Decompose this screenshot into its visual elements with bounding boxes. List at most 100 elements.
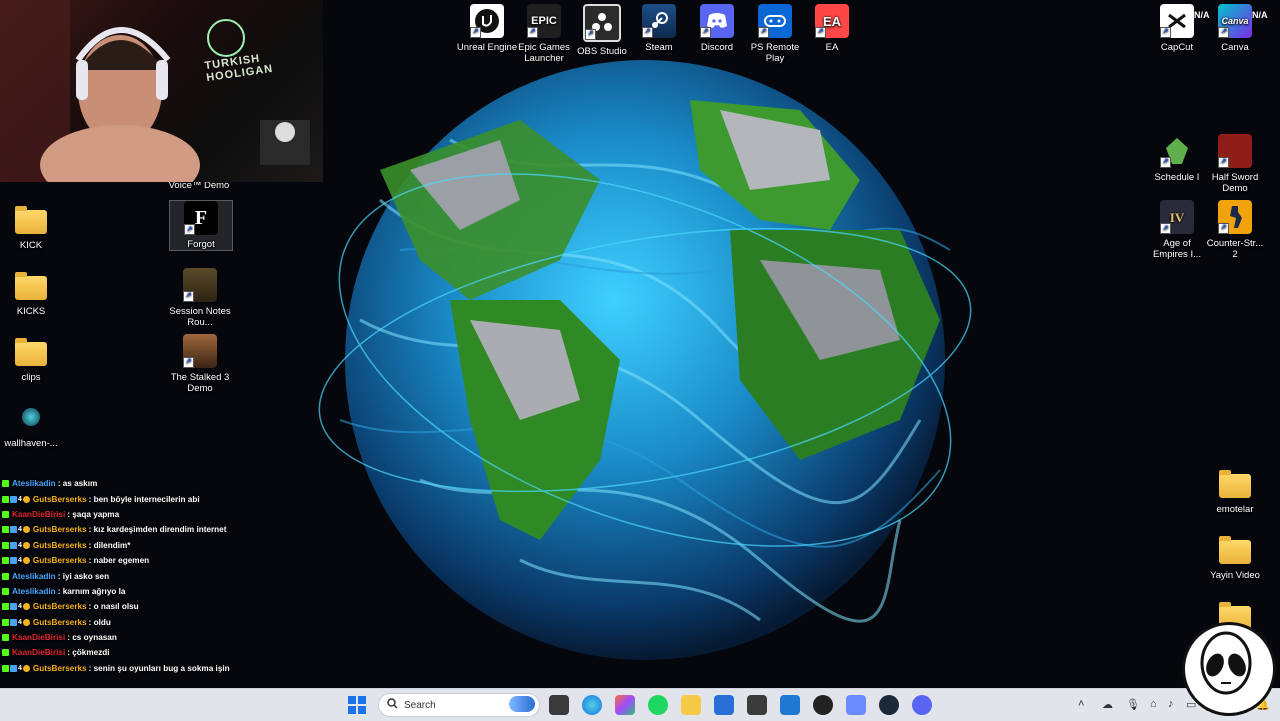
schedule-i-icon: ↗ xyxy=(1160,134,1194,168)
desktop-icon-the-stalked-3[interactable]: ↗ The Stalked 3 Demo xyxy=(169,334,231,394)
chat-username[interactable]: GutsBerserks xyxy=(33,618,87,627)
gift-badge-icon xyxy=(22,603,30,611)
desktop-icon-ps-remote-play[interactable]: ↗ PS Remote Play xyxy=(744,4,806,64)
desktop-icon-forgot[interactable]: F ↗ Forgot xyxy=(169,200,233,251)
desktop-icon-label: Yayin Video xyxy=(1210,570,1260,581)
desktop-icon-label: Canva xyxy=(1221,42,1249,53)
gift-badge-icon xyxy=(22,541,30,549)
desktop-icon-session-notes[interactable]: ↗ Session Notes Rou... xyxy=(169,268,231,328)
desktop-icon-label: PS Remote Play xyxy=(750,42,800,64)
chat-username[interactable]: KaanDieBirisi xyxy=(12,510,65,519)
chevron-up-icon[interactable]: ˄ xyxy=(1078,698,1084,710)
counter-strike-icon: ↗ xyxy=(1218,200,1252,234)
kick-badge-icon xyxy=(2,664,9,672)
desktop-icon-emotelar-folder[interactable]: emotelar xyxy=(1204,466,1266,515)
chat-message: Ateslikadin: as askım xyxy=(0,476,330,491)
chat-message-text: : ben böyle internecilerin abi xyxy=(88,494,200,504)
chat-username[interactable]: GutsBerserks xyxy=(33,541,87,550)
network-icon[interactable]: ⌂ xyxy=(1150,698,1157,710)
desktop-icon-label: emotelar xyxy=(1216,504,1254,515)
edge-browser-icon[interactable] xyxy=(582,695,602,715)
chat-badges xyxy=(2,510,9,518)
chat-username[interactable]: GutsBerserks xyxy=(33,525,87,534)
app-diamond-icon[interactable] xyxy=(846,695,866,715)
taskbar-search-box[interactable]: Search xyxy=(378,693,540,717)
desktop-icon-epic-games[interactable]: EPIC ↗ Epic Games Launcher xyxy=(513,4,575,64)
spotify-icon[interactable] xyxy=(648,695,668,715)
desktop-icon-kicks-folder[interactable]: KICKS xyxy=(0,268,62,317)
taskbar: Search ˄ ☁ 🎙 ⌂ ♪ ▭ PM 1/2026 🔔 xyxy=(0,688,1280,721)
desktop-icon-obs-studio[interactable]: ↗ OBS Studio xyxy=(571,4,633,57)
kick-badge-icon xyxy=(2,526,9,534)
desktop-icon-label: clips xyxy=(21,372,41,383)
chat-username[interactable]: Ateslikadin xyxy=(12,479,56,488)
windows-start-button[interactable] xyxy=(348,696,366,719)
steam-icon: ↗ xyxy=(642,4,676,38)
desktop-icon-label: KICK xyxy=(19,240,43,251)
task-view-icon[interactable] xyxy=(549,695,569,715)
ps-remote-play-icon: ↗ xyxy=(758,4,792,38)
desktop-icon-schedule-i[interactable]: ↗ Schedule I xyxy=(1146,134,1208,183)
kick-badge-icon xyxy=(2,634,9,642)
obs-taskbar-icon[interactable] xyxy=(813,695,833,715)
discord-taskbar-icon[interactable] xyxy=(912,695,932,715)
desktop-icon-clips-folder[interactable]: clips xyxy=(0,334,62,383)
chat-message-text: : iyi asko sen xyxy=(57,571,110,581)
app-cube-icon[interactable] xyxy=(747,695,767,715)
chat-badges xyxy=(2,587,9,595)
chat-username[interactable]: KaanDieBirisi xyxy=(12,633,65,642)
desktop-icon-label: Half Sword Demo xyxy=(1211,172,1259,194)
outlook-icon[interactable] xyxy=(780,695,800,715)
desktop-icon-label: Steam xyxy=(645,42,673,53)
folder-icon xyxy=(1218,532,1252,566)
subscriber-badge-icon xyxy=(10,664,17,672)
chat-username[interactable]: GutsBerserks xyxy=(33,495,87,504)
copilot-icon[interactable] xyxy=(615,695,635,715)
desktop-icon-unreal-engine[interactable]: ↗ Unreal Engine xyxy=(456,4,518,53)
badge-count: 4 xyxy=(18,618,22,626)
chat-message-text: : kız kardeşimden direndim internet xyxy=(88,525,227,535)
desktop-icon-age-of-empires[interactable]: IV ↗ Age of Empires I... xyxy=(1146,200,1208,260)
search-highlight-icon xyxy=(509,696,535,712)
obs-icon: ↗ xyxy=(583,4,621,42)
chat-badges: 4 xyxy=(2,664,30,672)
kick-badge-icon xyxy=(2,510,9,518)
desktop-icon-yayin-video-folder[interactable]: Yayin Video xyxy=(1204,532,1266,581)
microphone-icon[interactable]: 🎙 xyxy=(1126,698,1140,711)
gift-badge-icon xyxy=(22,557,30,565)
chat-username[interactable]: GutsBerserks xyxy=(33,602,87,611)
gift-badge-icon xyxy=(22,618,30,626)
chat-message: Ateslikadin: iyi asko sen xyxy=(0,568,330,583)
desktop-icon-counter-strike-2[interactable]: ↗ Counter-Str... 2 xyxy=(1204,200,1266,260)
chat-username[interactable]: GutsBerserks xyxy=(33,556,87,565)
chat-badges: 4 xyxy=(2,618,30,626)
kick-badge-icon xyxy=(2,587,9,595)
desktop-icon-half-sword[interactable]: ↗ Half Sword Demo xyxy=(1204,134,1266,194)
onedrive-icon[interactable]: ☁ xyxy=(1102,698,1113,711)
kick-badge-icon xyxy=(2,480,9,488)
volume-icon[interactable]: ♪ xyxy=(1168,698,1174,710)
chat-username[interactable]: GutsBerserks xyxy=(33,664,87,673)
microsoft-store-icon[interactable] xyxy=(714,695,734,715)
chat-message-text: : o nasıl olsu xyxy=(88,602,139,612)
chat-username[interactable]: Ateslikadin xyxy=(12,572,56,581)
chat-badges: 4 xyxy=(2,557,30,565)
desktop-icon-ea[interactable]: EA ↗ EA xyxy=(801,4,863,53)
desktop-icon-kick-folder[interactable]: KICK xyxy=(0,202,62,251)
desktop-icon-wallhaven[interactable]: wallhaven-... xyxy=(0,400,62,449)
gift-badge-icon xyxy=(22,664,30,672)
chat-username[interactable]: Ateslikadin xyxy=(12,587,56,596)
chat-message: 4 GutsBerserks: dilendim* xyxy=(0,538,330,553)
chat-message-text: : senin şu oyunları bug a sokma işin xyxy=(88,663,230,673)
desktop-icon-steam[interactable]: ↗ Steam xyxy=(628,4,690,53)
desktop-icon-discord[interactable]: ↗ Discord xyxy=(686,4,748,53)
steam-taskbar-icon[interactable] xyxy=(879,695,899,715)
chat-username[interactable]: KaanDieBirisi xyxy=(12,648,65,657)
badge-count: 4 xyxy=(18,526,22,534)
na-badge: N/A xyxy=(1252,10,1268,20)
search-icon xyxy=(387,698,398,712)
chat-message: 4 GutsBerserks: ben böyle internecilerin … xyxy=(0,491,330,506)
kick-badge-icon xyxy=(2,603,9,611)
search-placeholder: Search xyxy=(404,699,436,711)
file-explorer-icon[interactable] xyxy=(681,695,701,715)
